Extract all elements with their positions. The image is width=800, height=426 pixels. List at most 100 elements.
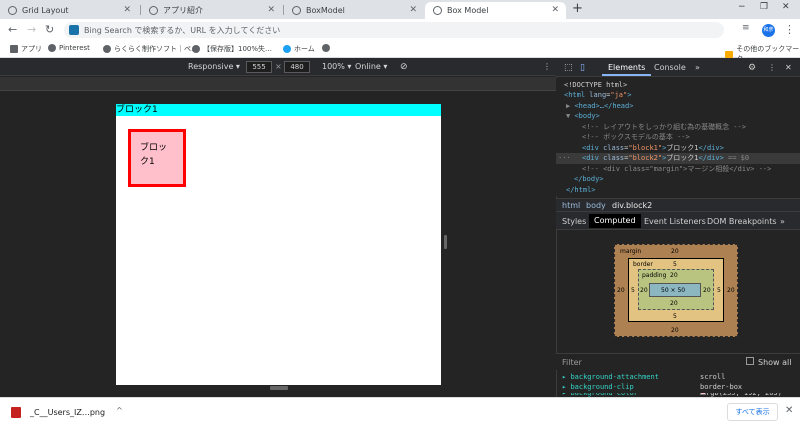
tab-strip: Grid Layout ✕ アプリ紹介 ✕ BoxModel ✕ Box Mod… xyxy=(0,0,800,19)
border-right-value[interactable]: 5 xyxy=(717,287,721,294)
emulated-page: ブロック1 ブロック1 xyxy=(116,104,441,385)
computed-prop-name[interactable]: ▸ background-attachment xyxy=(562,373,659,381)
media-query-bar[interactable] xyxy=(0,77,556,91)
tab-more[interactable]: » xyxy=(780,217,785,226)
tab-more[interactable]: » xyxy=(695,63,700,72)
computed-prop-name[interactable]: ▸ background-clip xyxy=(562,383,634,391)
breadcrumb-div-block2[interactable]: div.block2 xyxy=(612,201,652,210)
tab-computed[interactable]: Computed xyxy=(589,214,641,228)
breadcrumb-html[interactable]: html xyxy=(562,201,580,210)
border-left-value[interactable]: 5 xyxy=(631,287,635,294)
bookmark-home[interactable]: ホーム xyxy=(283,44,315,54)
dom-comment[interactable]: <!-- ボックスモデルの基本 --> xyxy=(556,132,800,143)
avatar[interactable]: 和彦 xyxy=(762,24,775,37)
dom-comment[interactable]: <!-- レイアウトをしっかり組む為の基礎概念 --> xyxy=(556,122,800,133)
more-options-icon[interactable]: ⋮ xyxy=(543,62,551,71)
content-size[interactable]: 50 × 50 xyxy=(661,287,685,294)
dom-node-html-close[interactable]: </html> xyxy=(556,185,800,196)
tab-title: Box Model xyxy=(447,6,489,15)
tab-app-intro[interactable]: アプリ紹介 ✕ xyxy=(141,2,282,19)
styles-subtabs: Styles Computed Event Listeners DOM Brea… xyxy=(556,212,800,230)
height-input[interactable]: 480 xyxy=(284,61,310,73)
show-all-label: Show all xyxy=(758,358,792,367)
globe-icon xyxy=(192,45,200,53)
responsive-dropdown[interactable]: Responsive ▾ xyxy=(188,62,240,71)
bookmark-rakuraku[interactable]: らくらく制作ソフト｜ペ… xyxy=(103,44,198,54)
omnibox[interactable]: Bing Search で検索するか、URL を入力してください xyxy=(64,22,724,38)
download-filename[interactable]: _C__Users_IZ…png xyxy=(30,408,105,417)
bookmark-pinterest[interactable]: Pinterest xyxy=(48,44,90,52)
dom-comment[interactable]: <!-- <div class="margin">マージン相殺</div> --… xyxy=(556,164,800,175)
resize-handle-bottom[interactable] xyxy=(270,386,288,390)
dom-node-body-close[interactable]: </body> xyxy=(556,174,800,185)
tab-event-listeners[interactable]: Event Listeners xyxy=(644,217,706,226)
globe-icon xyxy=(322,44,330,52)
restore-button[interactable]: ❐ xyxy=(760,2,768,12)
tab-styles[interactable]: Styles xyxy=(562,217,586,226)
gear-icon[interactable]: ⚙ xyxy=(748,63,756,73)
computed-filter-bar: Filter Show all xyxy=(556,353,800,370)
filter-input[interactable]: Filter xyxy=(562,358,582,367)
inspect-icon[interactable]: ⬚ xyxy=(564,63,573,73)
padding-label: padding xyxy=(642,272,667,279)
dom-node-doctype[interactable]: <!DOCTYPE html> xyxy=(556,80,800,91)
dom-node-block1[interactable]: <div class="block1">ブロック1</div> xyxy=(556,143,800,154)
close-tab-icon[interactable]: ✕ xyxy=(123,5,131,15)
margin-bottom-value[interactable]: 20 xyxy=(671,327,679,334)
address-bar-row: ← → ↻ Bing Search で検索するか、URL を入力してください ≡… xyxy=(0,19,800,41)
tab-dom-breakpoints[interactable]: DOM Breakpoints xyxy=(707,217,777,226)
padding-top-value[interactable]: 20 xyxy=(670,272,678,279)
forward-arrow-icon[interactable]: → xyxy=(27,23,36,36)
chevron-up-icon[interactable]: ^ xyxy=(116,406,123,415)
dom-node-html[interactable]: <html lang="ja"> xyxy=(556,90,800,101)
bookmark-globe[interactable] xyxy=(322,44,330,52)
close-tab-icon[interactable]: ✕ xyxy=(409,5,417,15)
show-all-checkbox[interactable] xyxy=(746,357,754,365)
twitter-icon xyxy=(283,45,291,53)
tab-grid-layout[interactable]: Grid Layout ✕ xyxy=(0,2,138,19)
tab-elements[interactable]: Elements xyxy=(601,63,652,76)
minimize-button[interactable]: − xyxy=(738,2,746,12)
device-toolbar: Responsive ▾ 555 × 480 100% ▾ Online ▾ ⊘… xyxy=(0,58,556,76)
close-devtools-icon[interactable]: ✕ xyxy=(785,63,792,72)
tab-console[interactable]: Console xyxy=(654,63,686,72)
bookmark-apps[interactable]: アプリ xyxy=(10,44,42,54)
bookmarks-bar: アプリ Pinterest らくらく制作ソフト｜ペ… 【保存版】100%失… ホ… xyxy=(0,41,800,63)
close-icon[interactable]: ✕ xyxy=(785,405,793,416)
device-toggle-icon[interactable]: ▯ xyxy=(580,63,585,73)
dom-node-body[interactable]: ▼ <body> xyxy=(556,111,800,122)
tab-boxmodel[interactable]: BoxModel ✕ xyxy=(284,2,424,19)
back-arrow-icon[interactable]: ← xyxy=(8,23,17,36)
computed-prop-value: scroll xyxy=(700,373,726,381)
border-bottom-value[interactable]: 5 xyxy=(673,313,677,320)
zoom-dropdown[interactable]: 100% ▾ xyxy=(322,62,351,71)
throttle-dropdown[interactable]: Online ▾ xyxy=(355,62,387,71)
margin-right-value[interactable]: 20 xyxy=(727,287,735,294)
show-all-downloads-button[interactable]: すべて表示 xyxy=(727,403,778,421)
bookmark-hozonban[interactable]: 【保存版】100%失… xyxy=(192,44,272,54)
border-top-value[interactable]: 5 xyxy=(673,261,677,268)
reading-list-icon[interactable]: ≡ xyxy=(742,23,750,33)
margin-left-value[interactable]: 20 xyxy=(617,287,625,294)
resize-handle-right[interactable] xyxy=(444,235,447,249)
close-tab-icon[interactable]: ✕ xyxy=(551,5,559,15)
padding-bottom-value[interactable]: 20 xyxy=(670,300,678,307)
more-options-icon[interactable]: ⋮ xyxy=(768,63,776,72)
margin-top-value[interactable]: 20 xyxy=(671,248,679,255)
dom-node-head[interactable]: ▶ <head>…</head> xyxy=(556,101,800,112)
new-tab-button[interactable]: + xyxy=(572,1,583,16)
folder-icon xyxy=(725,50,734,58)
padding-right-value[interactable]: 20 xyxy=(703,287,711,294)
rotate-icon[interactable]: ⊘ xyxy=(400,62,408,72)
reload-icon[interactable]: ↻ xyxy=(45,23,54,36)
close-window-button[interactable]: ✕ xyxy=(782,2,790,12)
times-separator: × xyxy=(275,62,282,71)
dom-node-block2-selected[interactable]: ··· <div class="block2">ブロック1</div> == $0 xyxy=(556,153,800,164)
close-tab-icon[interactable]: ✕ xyxy=(267,5,275,15)
width-input[interactable]: 555 xyxy=(246,61,272,73)
globe-icon xyxy=(48,44,56,52)
menu-dots-icon[interactable]: ⋮ xyxy=(784,23,795,36)
padding-left-value[interactable]: 20 xyxy=(640,287,648,294)
tab-box-model-active[interactable]: Box Model ✕ xyxy=(425,2,566,19)
breadcrumb-body[interactable]: body xyxy=(586,201,606,210)
